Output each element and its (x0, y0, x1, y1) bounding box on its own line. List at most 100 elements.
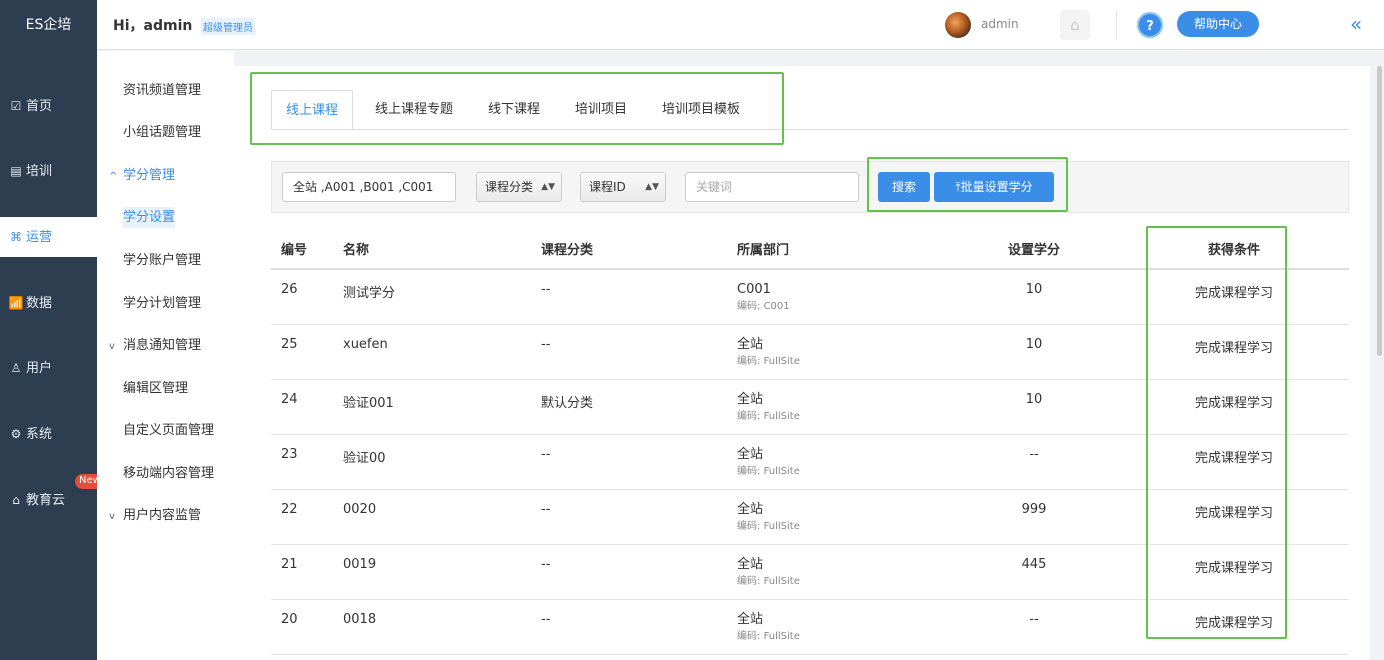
home-icon[interactable]: ⌂ (1060, 10, 1090, 40)
subnav-item-credit-plans[interactable]: 学分计划管理 (97, 284, 234, 324)
nav-item-home[interactable]: ☑ 首页 (0, 86, 97, 126)
dept-name: 全站 (737, 611, 764, 627)
cell-credit: 999 (949, 489, 1119, 545)
nav-item-training[interactable]: ▤ 培训 (0, 151, 97, 191)
cell-name: 验证00 (333, 434, 531, 490)
cell-dept: C001 编码: C001 (727, 269, 949, 325)
table-row[interactable]: 26 测试学分 -- C001 编码: C001 10 完成课程学习 (271, 269, 1349, 325)
nav-item-operations[interactable]: ⌘ 运营 (0, 217, 97, 257)
divider (1116, 10, 1117, 40)
cell-credit: -- (949, 599, 1119, 655)
cell-credit: 10 (949, 324, 1119, 380)
dept-code: 编码: FullSite (737, 355, 800, 367)
dept-name: 全站 (737, 336, 764, 352)
dept-code: 编码: FullSite (737, 520, 800, 532)
nav-item-label: 培训 (26, 164, 53, 179)
batch-set-credit-button[interactable]: ⤒批量设置学分 (934, 172, 1054, 202)
keyword-input[interactable]: 关键词 (685, 172, 859, 202)
cell-condition: 完成课程学习 (1119, 599, 1349, 655)
cell-category: -- (531, 544, 727, 600)
tab-training-project[interactable]: 培训项目 (575, 90, 627, 130)
cell-dept: 全站编码: FullSite (727, 544, 949, 600)
subnav-group-label: 消息通知管理 (123, 338, 202, 353)
table-row[interactable]: 23 验证00 -- 全站 编码: FullSite -- 完成课程学习 (271, 434, 1349, 490)
select-arrows-icon: ▲▼ (645, 182, 659, 192)
subnav-group-content-monitor[interactable]: v 用户内容监管 (97, 496, 234, 536)
org-select-input[interactable]: 全站 ,A001 ,B001 ,C001 (282, 172, 456, 202)
main-panel: 线上课程 线上课程专题 线下课程 培训项目 培训项目模板 全站 ,A001 ,B… (233, 66, 1370, 660)
chart-icon: 📶 (8, 296, 24, 310)
col-header-dept: 所属部门 (727, 229, 949, 270)
table-row[interactable]: 22 0020 -- 全站 编码: FullSite 999 完成课程学习 (271, 489, 1349, 545)
cell-condition: 完成课程学习 (1119, 379, 1349, 435)
brand-logo[interactable]: ES企培 (0, 0, 97, 50)
table-row[interactable]: 21 0019 -- 全站 编码: FullSite 445 完成课程学习 (271, 544, 1349, 600)
cell-id: 22 (271, 489, 333, 545)
id-field-select[interactable]: 课程ID ▲▼ (580, 172, 666, 202)
subnav-item-news-channel[interactable]: 资讯频道管理 (97, 71, 234, 111)
cell-condition: 完成课程学习 (1119, 489, 1349, 545)
cell-credit: -- (949, 434, 1119, 490)
table-row[interactable]: 25 xuefen -- 全站 编码: FullSite 10 完成课程学习 (271, 324, 1349, 380)
cell-category: -- (531, 599, 727, 655)
greeting: Hi，admin (113, 18, 193, 34)
tab-online-topic[interactable]: 线上课程专题 (375, 90, 453, 130)
col-header-credit: 设置学分 (949, 229, 1119, 270)
nav-item-users[interactable]: ♙ 用户 (0, 348, 97, 388)
cell-name: 0018 (333, 599, 531, 655)
nav-item-system[interactable]: ⚙ 系统 (0, 414, 97, 454)
cell-name: 测试学分 (333, 269, 531, 325)
avatar[interactable] (945, 12, 971, 38)
cell-condition: 完成课程学习 (1119, 544, 1349, 600)
tab-online-course[interactable]: 线上课程 (271, 90, 354, 130)
tab-training-template[interactable]: 培训项目模板 (662, 90, 740, 130)
subnav-item-edit-area[interactable]: 编辑区管理 (97, 369, 234, 409)
nav-item-label: 用户 (26, 361, 53, 376)
cell-id: 26 (271, 269, 333, 325)
subnav-item-mobile-content[interactable]: 移动端内容管理 (97, 454, 234, 494)
subnav-group-notifications[interactable]: v 消息通知管理 (97, 326, 234, 366)
help-center-button[interactable]: 帮助中心 (1177, 11, 1259, 37)
table-row[interactable]: 24 验证001 默认分类 全站 编码: FullSite 10 完成课程学习 (271, 379, 1349, 435)
dashboard-icon: ☑ (10, 99, 22, 113)
dept-name: 全站 (737, 556, 764, 572)
subnav-item-custom-pages[interactable]: 自定义页面管理 (97, 411, 234, 451)
dept-code: 编码: FullSite (737, 410, 800, 422)
subnav-item-group-topics[interactable]: 小组话题管理 (97, 113, 234, 153)
dept-code: 编码: FullSite (737, 465, 800, 477)
cell-id: 23 (271, 434, 333, 490)
id-field-select-label: 课程ID (589, 180, 626, 194)
subnav-item-credit-settings[interactable]: 学分设置 (97, 198, 234, 238)
nav-item-label: 运营 (26, 230, 53, 245)
table-row[interactable]: 20 0018 -- 全站 编码: FullSite -- 完成课程学习 (271, 599, 1349, 655)
subnav-item-credit-accounts[interactable]: 学分账户管理 (97, 241, 234, 281)
col-header-category: 课程分类 (531, 229, 727, 270)
subnav-item-label: 学分设置 (123, 207, 176, 228)
nav-item-data[interactable]: 📶 数据 (0, 283, 97, 323)
collapse-icon[interactable]: « (1350, 12, 1362, 36)
cell-credit: 10 (949, 269, 1119, 325)
cell-category: -- (531, 434, 727, 490)
credit-table: 编号 名称 课程分类 所属部门 设置学分 获得条件 26 测试学分 -- C00… (271, 229, 1349, 655)
username[interactable]: admin (981, 17, 1019, 31)
dept-name: 全站 (737, 446, 764, 462)
cell-category: -- (531, 489, 727, 545)
nav-item-edu-cloud[interactable]: ⌂ 教育云 New (0, 474, 105, 520)
sub-nav: 资讯频道管理 小组话题管理 ^ 学分管理 学分设置 学分账户管理 学分计划管理 v… (97, 51, 234, 660)
search-button[interactable]: 搜索 (878, 172, 930, 202)
help-question-icon[interactable]: ? (1137, 12, 1163, 38)
dept-code: 编码: FullSite (737, 575, 800, 587)
col-header-id: 编号 (271, 229, 333, 270)
subnav-group-label: 学分管理 (123, 168, 176, 183)
page-scrollbar[interactable] (1377, 66, 1382, 356)
dept-name: 全站 (737, 391, 764, 407)
cell-name: xuefen (333, 324, 531, 380)
col-header-name: 名称 (333, 229, 531, 270)
category-select[interactable]: 课程分类 ▲▼ (476, 172, 562, 202)
main-nav: ES企培 ☑ 首页 ▤ 培训 ⌘ 运营 📶 数据 ♙ 用户 ⚙ 系统 ⌂ 教育云 New (0, 0, 105, 660)
cell-name: 0019 (333, 544, 531, 600)
dept-code: 编码: FullSite (737, 630, 800, 642)
subnav-group-credit[interactable]: ^ 学分管理 (97, 156, 234, 196)
tab-offline-course[interactable]: 线下课程 (488, 90, 540, 130)
cell-category: -- (531, 269, 727, 325)
